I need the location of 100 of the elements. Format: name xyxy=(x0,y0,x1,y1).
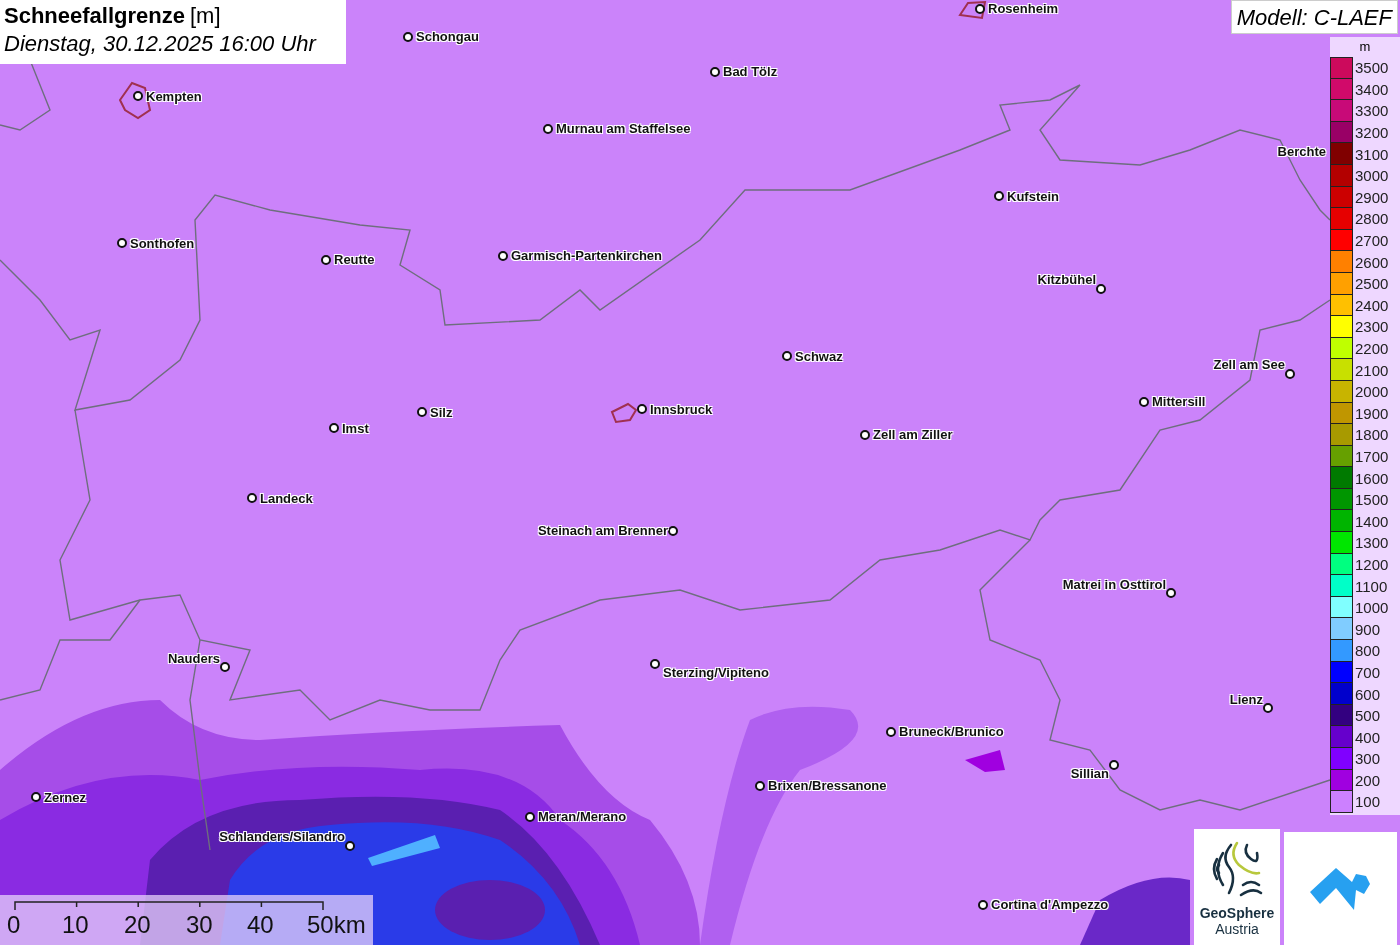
city-label: Matrei in Osttirol xyxy=(1062,577,1166,593)
city-marker-icon xyxy=(403,32,413,42)
city-marker-icon xyxy=(1139,397,1149,407)
city-marker-icon xyxy=(525,812,535,822)
legend-value: 2400 xyxy=(1354,296,1389,314)
city-marker-icon xyxy=(650,659,660,669)
city-marker-icon xyxy=(498,251,508,261)
scale-label: 20 xyxy=(124,911,151,939)
city-label: Reutte xyxy=(334,252,375,268)
legend-value: 100 xyxy=(1354,793,1381,811)
city-marker-icon xyxy=(543,124,553,134)
city-label: Garmisch-Partenkirchen xyxy=(511,248,662,264)
city-marker-icon xyxy=(345,841,355,851)
legend-value: 2900 xyxy=(1354,188,1389,206)
city-label: Zernez xyxy=(44,790,86,806)
scale-label: 30 xyxy=(186,911,213,939)
legend-value: 2800 xyxy=(1354,210,1389,228)
city-marker-icon xyxy=(994,191,1004,201)
logo-name: GeoSphere xyxy=(1199,905,1275,921)
city-marker-icon xyxy=(782,351,792,361)
city-label: Kitzbühel xyxy=(1037,272,1096,288)
legend-value: 3500 xyxy=(1354,59,1389,77)
unit-label: [m] xyxy=(189,3,221,29)
city-label: Mittersill xyxy=(1152,394,1206,410)
legend-value: 700 xyxy=(1354,663,1381,681)
city-label: Kufstein xyxy=(1007,189,1059,205)
city-label: Sterzing/Vipiteno xyxy=(663,665,769,681)
legend-value: 1000 xyxy=(1354,599,1389,617)
legend-value: 200 xyxy=(1354,771,1381,789)
legend-value: 2600 xyxy=(1354,253,1389,271)
city-label: Bad Tölz xyxy=(723,64,778,80)
city-marker-icon xyxy=(1109,760,1119,770)
city-label: Sillian xyxy=(1070,766,1109,782)
city-label: Murnau am Staffelsee xyxy=(556,121,691,137)
city-marker-icon xyxy=(1166,588,1176,598)
city-label: Brixen/Bressanone xyxy=(768,778,887,794)
city-label: Kempten xyxy=(146,89,202,105)
city-label: Innsbruck xyxy=(650,402,713,418)
legend-value: 1900 xyxy=(1354,404,1389,422)
legend-value: 2300 xyxy=(1354,318,1389,336)
city-label: Landeck xyxy=(260,491,313,507)
map-title: Schneefallgrenze xyxy=(4,3,185,29)
city-label: Nauders xyxy=(167,651,220,667)
city-marker-icon xyxy=(321,255,331,265)
legend-value: 1600 xyxy=(1354,469,1389,487)
city-label: Zell am Ziller xyxy=(873,427,953,443)
city-marker-icon xyxy=(1096,284,1106,294)
scale-label: 50km xyxy=(307,911,366,939)
legend-value: 3000 xyxy=(1354,167,1389,185)
scale-label: 10 xyxy=(62,911,89,939)
city-marker-icon xyxy=(133,91,143,101)
city-marker-icon xyxy=(417,407,427,417)
legend-value: 300 xyxy=(1354,750,1381,768)
legend-value: 1500 xyxy=(1354,491,1389,509)
city-label: Schwaz xyxy=(795,349,843,365)
city-label: Imst xyxy=(342,421,369,437)
city-label: Sonthofen xyxy=(130,236,195,252)
city-marker-icon xyxy=(710,67,720,77)
legend-value: 1100 xyxy=(1354,577,1388,595)
legend-value: 600 xyxy=(1354,685,1381,703)
legend-value: 500 xyxy=(1354,707,1381,725)
city-marker-icon xyxy=(860,430,870,440)
legend-value: 3400 xyxy=(1354,80,1389,98)
legend-value: 900 xyxy=(1354,620,1381,638)
city-label: Rosenheim xyxy=(988,1,1059,17)
legend-unit: m xyxy=(1359,38,1371,56)
city-label: Meran/Merano xyxy=(538,809,627,825)
legend-value: 3100 xyxy=(1354,145,1389,163)
city-marker-icon xyxy=(220,662,230,672)
city-marker-icon xyxy=(247,493,257,503)
city-label: Silz xyxy=(430,405,453,421)
legend-value: 1700 xyxy=(1354,448,1389,465)
scale-label: 40 xyxy=(247,911,274,939)
legend-value: 800 xyxy=(1354,642,1381,660)
legend-value: 1200 xyxy=(1354,555,1389,573)
legend-value: 2000 xyxy=(1354,383,1389,401)
legend-value: 2700 xyxy=(1354,232,1389,250)
city-marker-icon xyxy=(117,238,127,248)
city-label: Steinach am Brenner xyxy=(537,523,668,539)
city-label: Cortina d'Ampezzo xyxy=(991,897,1109,913)
city-marker-icon xyxy=(978,900,988,910)
city-marker-icon xyxy=(975,4,985,14)
city-label: Zell am See xyxy=(1213,357,1285,373)
city-label: Lienz xyxy=(1229,692,1263,708)
legend-value: 2100 xyxy=(1354,361,1389,379)
city-label: Schongau xyxy=(416,29,479,45)
legend-value: 1400 xyxy=(1354,512,1389,530)
logo-subtitle: Austria xyxy=(1215,921,1259,937)
city-marker-icon xyxy=(886,727,896,737)
city-marker-icon xyxy=(668,526,678,536)
legend-value: 3300 xyxy=(1354,102,1389,120)
forecast-datetime: Dienstag, 30.12.2025 16:00 Uhr xyxy=(4,31,318,57)
city-marker-icon xyxy=(329,423,339,433)
scale-label: 0 xyxy=(7,911,21,939)
legend-value: 3200 xyxy=(1354,124,1389,142)
city-marker-icon xyxy=(755,781,765,791)
city-marker-icon xyxy=(637,404,647,414)
legend-value: 2200 xyxy=(1354,340,1389,357)
city-marker-icon xyxy=(31,792,41,802)
legend-value: 400 xyxy=(1354,728,1381,746)
